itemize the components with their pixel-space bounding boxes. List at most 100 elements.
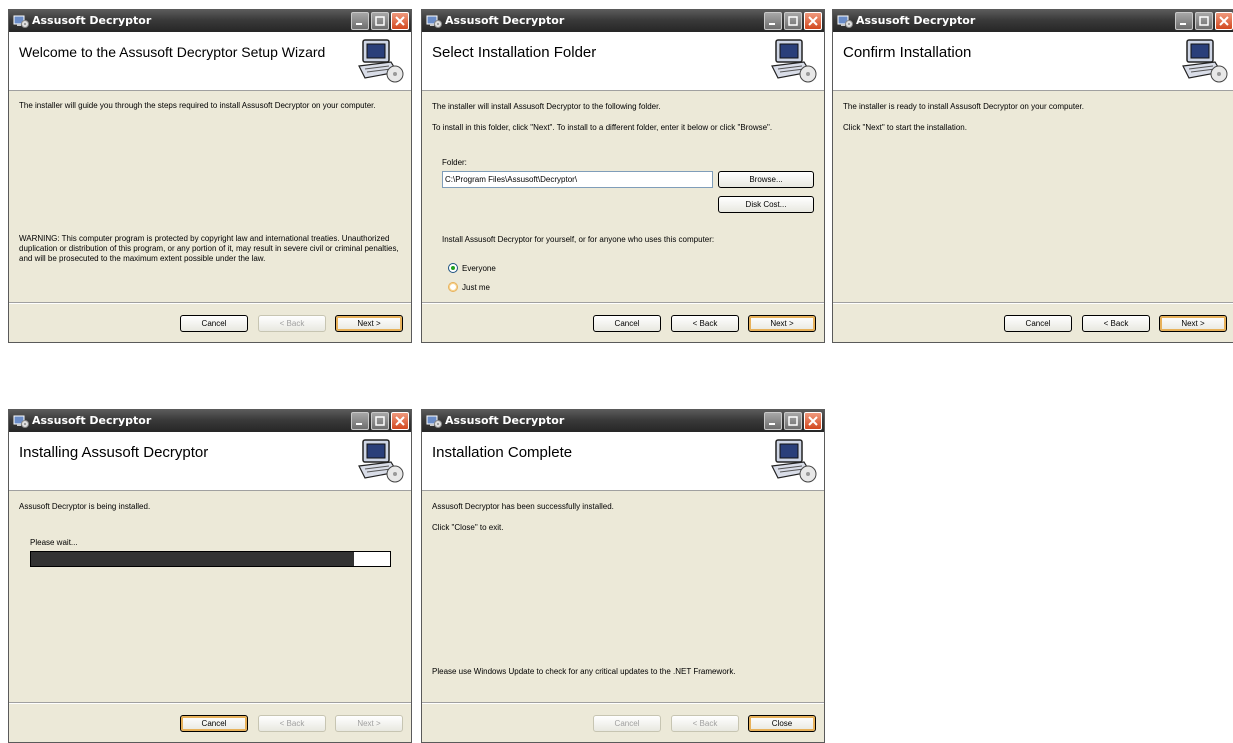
back-button[interactable]: < Back <box>671 315 739 332</box>
ready-text: The installer is ready to install Assuso… <box>843 102 1084 111</box>
next-button[interactable]: Next > <box>748 315 816 332</box>
back-button[interactable]: < Back <box>258 315 326 332</box>
page-title: Select Installation Folder <box>432 44 597 61</box>
close-window-button[interactable] <box>804 412 822 430</box>
title-bar[interactable]: Assusoft Decryptor <box>9 10 411 32</box>
button-separator <box>9 702 411 704</box>
button-separator <box>422 302 824 304</box>
radio-just-me-label: Just me <box>462 283 491 292</box>
next-button[interactable]: Next > <box>1159 315 1227 332</box>
window-title: Assusoft Decryptor <box>445 14 565 27</box>
cancel-button[interactable]: Cancel <box>593 315 661 332</box>
close-icon <box>808 16 818 26</box>
close-icon <box>808 416 818 426</box>
close-icon <box>395 16 405 26</box>
minimize-button[interactable] <box>1175 12 1193 30</box>
start-instruction-text: Click "Next" to start the installation. <box>843 123 967 132</box>
window-title: Assusoft Decryptor <box>32 414 152 427</box>
minimize-button[interactable] <box>764 412 782 430</box>
maximize-button[interactable] <box>784 12 802 30</box>
close-window-button[interactable] <box>391 12 409 30</box>
radio-just-me-indicator[interactable] <box>448 282 458 292</box>
wizard-header: Select Installation Folder <box>422 32 824 91</box>
computer-cd-icon <box>1182 39 1228 83</box>
cancel-button[interactable]: Cancel <box>180 715 248 732</box>
close-window-button[interactable] <box>804 12 822 30</box>
disk-cost-button[interactable]: Disk Cost... <box>718 196 814 213</box>
title-bar[interactable]: Assusoft Decryptor <box>422 10 824 32</box>
maximize-icon <box>1199 16 1209 26</box>
please-wait-text: Please wait... <box>30 538 78 547</box>
warning-text: WARNING: This computer program is protec… <box>19 234 399 263</box>
install-scope-question: Install Assusoft Decryptor for yourself,… <box>442 235 715 244</box>
next-button[interactable]: Next > <box>335 315 403 332</box>
window-title: Assusoft Decryptor <box>445 414 565 427</box>
maximize-icon <box>788 416 798 426</box>
cancel-button[interactable]: Cancel <box>180 315 248 332</box>
close-window-button[interactable] <box>1215 12 1233 30</box>
minimize-button[interactable] <box>351 12 369 30</box>
folder-label: Folder: <box>442 158 467 167</box>
computer-cd-icon <box>358 39 404 83</box>
back-button[interactable]: < Back <box>1082 315 1150 332</box>
wizard-header: Welcome to the Assusoft Decryptor Setup … <box>9 32 411 91</box>
instructions-text: To install in this folder, click "Next".… <box>432 123 773 132</box>
intro-text: The installer will guide you through the… <box>19 101 376 110</box>
intro-text: The installer will install Assusoft Decr… <box>432 102 661 111</box>
maximize-button[interactable] <box>1195 12 1213 30</box>
close-window-button[interactable] <box>391 412 409 430</box>
next-button[interactable]: Next > <box>335 715 403 732</box>
install-progress-bar <box>30 551 391 567</box>
close-instruction-text: Click "Close" to exit. <box>432 523 504 532</box>
window-title: Assusoft Decryptor <box>856 14 976 27</box>
close-icon <box>1219 16 1229 26</box>
wizard-header: Installing Assusoft Decryptor <box>9 432 411 491</box>
maximize-button[interactable] <box>784 412 802 430</box>
title-bar[interactable]: Assusoft Decryptor <box>422 410 824 432</box>
app-installer-icon <box>13 15 29 28</box>
app-installer-icon <box>426 15 442 28</box>
title-bar[interactable]: Assusoft Decryptor <box>833 10 1233 32</box>
cancel-button[interactable]: Cancel <box>1004 315 1072 332</box>
maximize-button[interactable] <box>371 12 389 30</box>
minimize-icon <box>356 23 362 25</box>
computer-cd-icon <box>771 439 817 483</box>
minimize-icon <box>1180 23 1186 25</box>
app-installer-icon <box>837 15 853 28</box>
complete-dialog: Assusoft Decryptor Installation Complete… <box>421 409 825 743</box>
radio-everyone-label: Everyone <box>462 264 496 273</box>
radio-everyone-indicator[interactable] <box>448 263 458 273</box>
install-progress-fill <box>31 552 355 566</box>
title-bar[interactable]: Assusoft Decryptor <box>9 410 411 432</box>
page-title: Installing Assusoft Decryptor <box>19 444 209 461</box>
button-separator <box>422 702 824 704</box>
maximize-icon <box>375 16 385 26</box>
back-button[interactable]: < Back <box>671 715 739 732</box>
cancel-button[interactable]: Cancel <box>593 715 661 732</box>
confirm-dialog: Assusoft Decryptor Confirm Installation … <box>832 9 1233 343</box>
wizard-header: Confirm Installation <box>833 32 1233 91</box>
browse-button[interactable]: Browse... <box>718 171 814 188</box>
maximize-button[interactable] <box>371 412 389 430</box>
minimize-icon <box>769 423 775 425</box>
close-button[interactable]: Close <box>748 715 816 732</box>
close-icon <box>395 416 405 426</box>
minimize-button[interactable] <box>764 12 782 30</box>
button-separator <box>9 302 411 304</box>
computer-cd-icon <box>771 39 817 83</box>
back-button[interactable]: < Back <box>258 715 326 732</box>
windows-update-note: Please use Windows Update to check for a… <box>432 667 736 676</box>
installing-dialog: Assusoft Decryptor Installing Assusoft D… <box>8 409 412 743</box>
page-title: Installation Complete <box>432 444 573 461</box>
minimize-button[interactable] <box>351 412 369 430</box>
page-title: Confirm Installation <box>843 44 972 61</box>
minimize-icon <box>769 23 775 25</box>
select-folder-dialog: Assusoft Decryptor Select Installation F… <box>421 9 825 343</box>
status-text: Assusoft Decryptor is being installed. <box>19 502 151 511</box>
computer-cd-icon <box>358 439 404 483</box>
welcome-dialog: Assusoft Decryptor Welcome to the Assuso… <box>8 9 412 343</box>
app-installer-icon <box>13 415 29 428</box>
minimize-icon <box>356 423 362 425</box>
wizard-header: Installation Complete <box>422 432 824 491</box>
folder-path-input[interactable]: C:\Program Files\Assusoft\Decryptor\ <box>442 171 713 188</box>
